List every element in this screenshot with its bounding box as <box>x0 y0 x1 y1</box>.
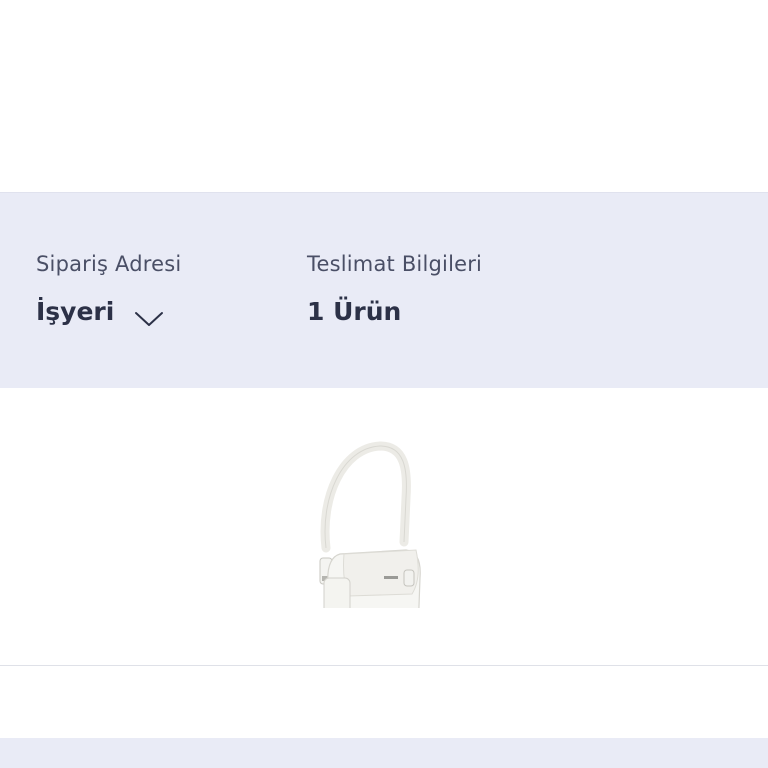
order-address-label: Sipariş Adresi <box>36 252 182 276</box>
order-address-selector[interactable]: İşyeri <box>36 295 181 329</box>
header-space <box>0 0 768 192</box>
white-shoulder-bag-icon <box>319 441 421 645</box>
product-list <box>0 388 768 666</box>
delivery-info-label: Teslimat Bilgileri <box>307 252 483 276</box>
section-gap <box>0 666 768 738</box>
next-section-band <box>0 738 768 768</box>
order-address-value: İşyeri <box>36 297 115 326</box>
order-address-section: Sipariş Adresi İşyeri <box>36 249 181 329</box>
delivery-item-count: 1 Ürün <box>307 297 402 326</box>
checkout-page: Sipariş Adresi İşyeri Teslimat Bilgileri… <box>0 0 768 768</box>
product-image[interactable] <box>300 438 430 645</box>
chevron-down-icon[interactable] <box>134 303 164 326</box>
delivery-info-section: Teslimat Bilgileri 1 Ürün <box>307 249 482 329</box>
order-summary-band: Sipariş Adresi İşyeri Teslimat Bilgileri… <box>0 192 768 389</box>
